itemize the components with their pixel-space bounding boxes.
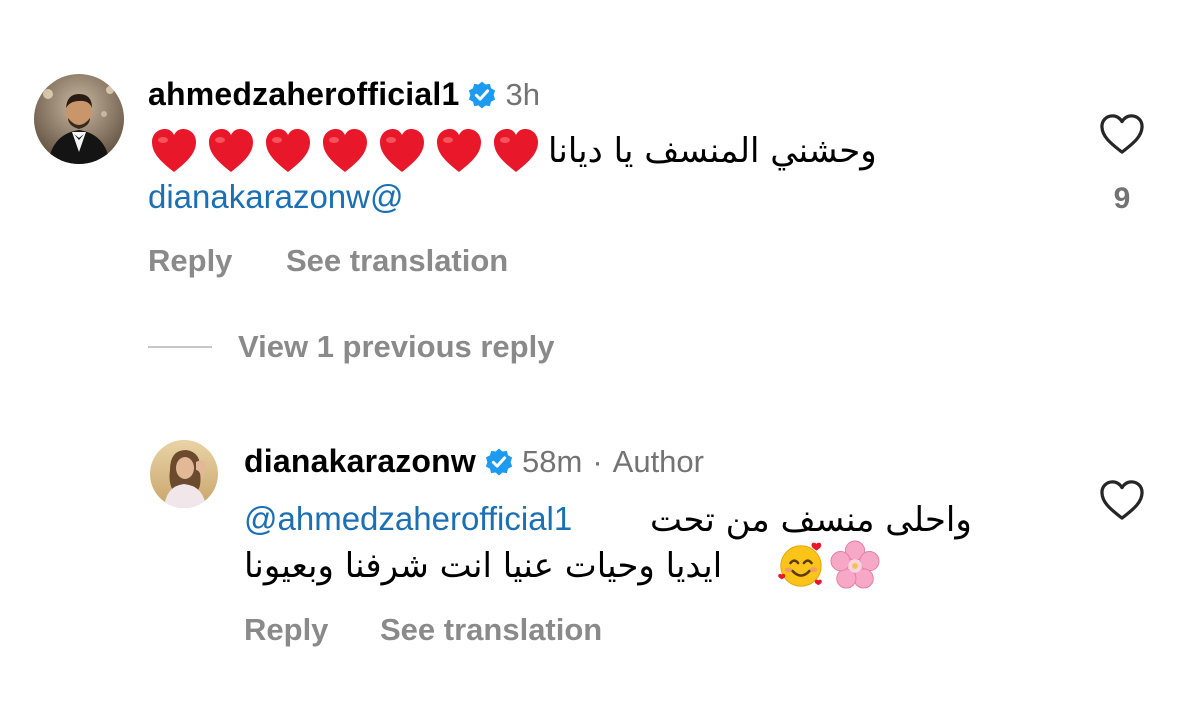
author-label: Author — [612, 443, 704, 479]
comment-mention-link[interactable]: dianakarazonw@ — [148, 178, 403, 216]
heart-like-icon[interactable] — [1099, 113, 1145, 155]
comment-reply-button[interactable]: Reply — [148, 243, 232, 279]
reply-text-line-1: واحلى منسف من تحت — [650, 500, 972, 540]
replies-divider-line — [148, 346, 212, 348]
red-heart-emoji-icon — [266, 129, 310, 172]
avatar-ahmedzaherofficial1[interactable] — [34, 74, 124, 164]
red-heart-emoji-icon — [323, 129, 367, 172]
reply-username[interactable]: dianakarazonw — [244, 443, 476, 480]
verified-badge-icon — [467, 80, 497, 110]
red-heart-emoji-icon — [494, 129, 538, 172]
reply-reply-button[interactable]: Reply — [244, 612, 328, 648]
heart-like-icon[interactable] — [1099, 479, 1145, 521]
smiling-face-with-hearts-emoji-icon — [778, 542, 822, 587]
reply-see-translation-button[interactable]: See translation — [380, 612, 602, 648]
red-heart-emoji-icon — [380, 129, 424, 172]
comment-see-translation-button[interactable]: See translation — [286, 243, 508, 279]
reply-timestamp: 58m — [522, 443, 583, 479]
comment-username[interactable]: ahmedzaherofficial1 — [148, 76, 459, 113]
comment-text: وحشني المنسف يا ديانا — [548, 131, 877, 171]
avatar-dianakarazonw[interactable] — [150, 440, 218, 508]
view-previous-replies-button[interactable]: View 1 previous reply — [238, 329, 554, 365]
reply-text-line-2: ايديا وحيات عنيا انت شرفنا وبعيونا — [244, 546, 723, 586]
verified-badge-icon — [484, 447, 514, 477]
comment-timestamp: 3h — [505, 76, 540, 112]
red-heart-emoji-icon — [437, 129, 481, 172]
red-heart-emoji-icon — [152, 129, 196, 172]
comment-header: ahmedzaherofficial1 3h — [148, 76, 540, 113]
cherry-blossom-emoji-icon — [830, 540, 880, 589]
comment-like-count: 9 — [1113, 182, 1131, 215]
reply-mention-link[interactable]: @ahmedzaherofficial1 — [244, 500, 572, 538]
meta-separator: · — [592, 443, 603, 479]
reply-header: dianakarazonw 58m · Author — [244, 443, 704, 480]
heart-emoji-row — [150, 128, 540, 174]
red-heart-emoji-icon — [209, 129, 253, 172]
